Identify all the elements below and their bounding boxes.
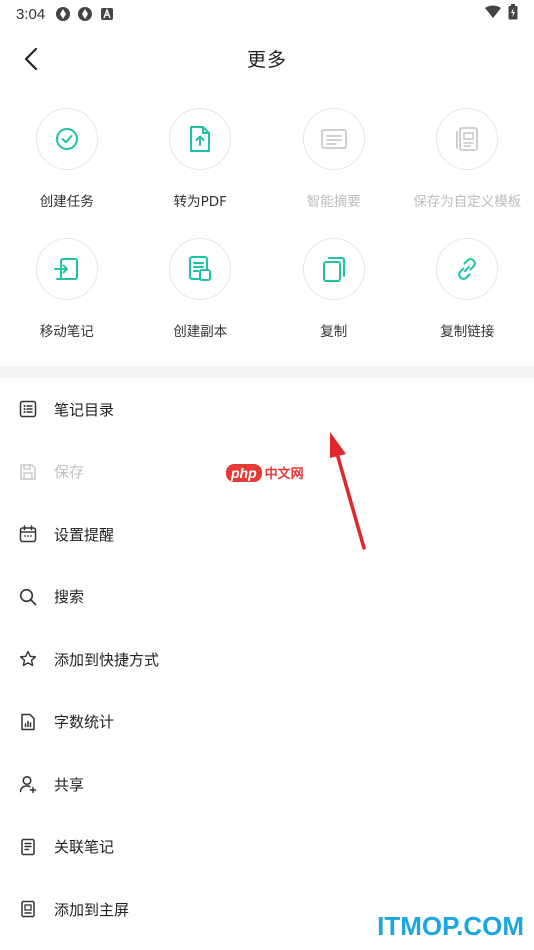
grid-label: 创建副本 [173, 324, 228, 340]
to-pdf-button[interactable] [169, 108, 232, 170]
grid-label: 转为PDF [173, 194, 227, 210]
move-note-button[interactable] [35, 238, 98, 300]
menu-item-label: 保存 [54, 463, 85, 482]
move-note-icon [53, 258, 78, 280]
linked-note-icon [18, 837, 38, 857]
template-icon [456, 127, 479, 151]
menu-item-note-toc[interactable]: 笔记目录 [0, 378, 534, 441]
grid-item-move-note[interactable]: 移动笔记 [0, 238, 134, 342]
menu-item-label: 共享 [54, 775, 85, 794]
grid-label: 移动笔记 [39, 324, 94, 340]
menu-item-shortcut[interactable]: 添加到快捷方式 [0, 628, 534, 691]
menu-item-share[interactable]: 共享 [0, 753, 534, 816]
copy-link-button[interactable] [436, 238, 499, 300]
summary-icon [320, 129, 347, 149]
stats-doc-icon [18, 712, 38, 732]
save-icon [18, 462, 38, 482]
menu-item-label: 搜索 [54, 588, 85, 607]
grid-label: 智能摘要 [306, 194, 361, 210]
menu-item-label: 添加到快捷方式 [54, 650, 160, 669]
battery-icon [508, 4, 518, 24]
grid-label: 复制链接 [440, 324, 495, 340]
upload-file-icon [190, 126, 211, 152]
itmop-watermark: ITMOP.COM [377, 911, 524, 941]
action-grid: 创建任务 转为PDF 智能摘要 保存为自定义模板 移动笔记 创建副本 复制 复制… [0, 108, 534, 342]
star-icon [18, 649, 38, 669]
status-right [484, 4, 518, 24]
copy-icon [322, 257, 345, 282]
create-task-button[interactable] [35, 108, 98, 170]
menu-item-label: 添加到主屏 [54, 900, 130, 919]
grid-label: 创建任务 [39, 194, 94, 210]
grid-label: 复制 [320, 324, 348, 340]
app-notification-icon [77, 6, 93, 22]
copy-button[interactable] [302, 238, 365, 300]
wifi-icon [484, 5, 502, 23]
homescreen-icon [18, 899, 38, 919]
app-notification-icon [55, 6, 71, 22]
chevron-left-icon [24, 47, 38, 71]
menu-item-search[interactable]: 搜索 [0, 566, 534, 629]
share-user-icon [18, 774, 38, 794]
header: 更多 [0, 30, 534, 86]
grid-item-copy-link[interactable]: 复制链接 [401, 238, 534, 342]
grid-item-smart-summary[interactable]: 智能摘要 [267, 108, 401, 212]
smart-summary-button[interactable] [302, 108, 365, 170]
check-circle-icon [55, 128, 78, 150]
section-divider [0, 366, 534, 378]
duplicate-doc-icon [189, 256, 212, 281]
grid-item-save-template[interactable]: 保存为自定义模板 [401, 108, 534, 212]
grid-item-create-task[interactable]: 创建任务 [0, 108, 134, 212]
create-copy-button[interactable] [169, 238, 232, 300]
page-title: 更多 [246, 48, 287, 71]
list-icon [18, 399, 38, 419]
grid-item-copy[interactable]: 复制 [267, 238, 401, 342]
menu-item-word-count[interactable]: 字数统计 [0, 691, 534, 754]
link-icon [458, 258, 477, 280]
status-time: 3:04 [16, 5, 46, 23]
menu-item-linked-note[interactable]: 关联笔记 [0, 816, 534, 879]
search-icon [18, 587, 38, 607]
grid-label: 保存为自定义模板 [413, 194, 522, 210]
grid-item-to-pdf[interactable]: 转为PDF [134, 108, 268, 212]
back-button[interactable] [16, 44, 46, 74]
grid-item-create-copy[interactable]: 创建副本 [134, 238, 268, 342]
status-bar: 3:04 [0, 0, 534, 28]
text-notification-icon [99, 6, 115, 22]
menu-item-label: 笔记目录 [54, 400, 115, 419]
php-watermark: php 中文网 [226, 463, 304, 482]
calendar-icon [18, 524, 38, 544]
php-watermark-text: 中文网 [264, 467, 304, 482]
php-logo: php [226, 463, 262, 482]
save-template-button[interactable] [436, 108, 499, 170]
menu-item-label: 字数统计 [54, 713, 115, 732]
menu-item-label: 关联笔记 [54, 838, 115, 857]
menu-item-reminder[interactable]: 设置提醒 [0, 503, 534, 566]
menu-item-label: 设置提醒 [54, 525, 115, 544]
